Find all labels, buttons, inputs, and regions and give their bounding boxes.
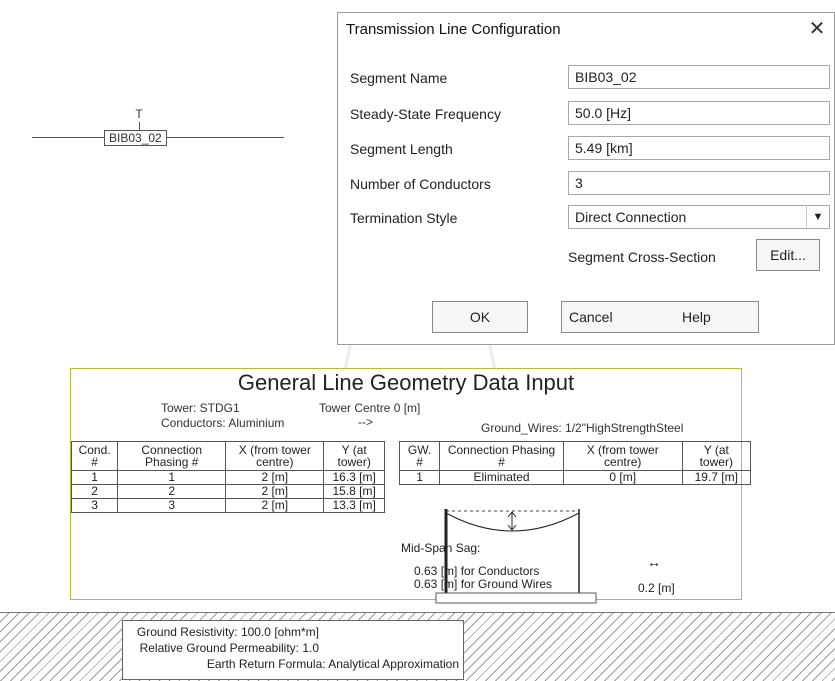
table-row: 3 3 2 [m] 13.3 [m] [70,498,385,513]
edit-button[interactable]: Edit... [756,239,820,271]
line-geometry-panel: General Line Geometry Data Input Tower: … [70,368,752,604]
table-cell: 16.3 [m] [323,470,385,485]
ground-properties-box: Ground Resistivity: 100.0 [ohm*m] Relati… [122,620,464,680]
ground-permeability: Relative Ground Permeability: 1.0 [139,641,319,655]
conductor-type: Conductors: Aluminium [161,416,285,430]
ground-wires-type: Ground_Wires: 1/2"HighStrengthSteel [481,421,684,435]
tower-centre: Tower Centre 0 [m] [319,401,421,415]
table-cell: Eliminated [439,470,564,485]
conductors-field[interactable]: 3 [568,171,830,195]
earth-return-formula: Earth Return Formula: Analytical Approxi… [206,657,459,671]
segment-name-label: Segment Name [350,70,448,86]
table-cell: 2 [70,484,119,499]
table-header: Connection Phasing # [439,441,564,471]
segment-component[interactable]: BIB03_02 [104,130,167,146]
table-cell: 3 [117,498,227,513]
sag-conductors: 0.63 [m] for Conductors [414,564,540,578]
termination-value: Direct Connection [575,209,687,225]
table-cell: 0 [m] [562,470,683,485]
table-cell: 1 [398,470,441,485]
ground-resistivity: Ground Resistivity: 100.0 [ohm*m] [136,625,319,639]
close-icon[interactable]: ✕ [806,17,828,41]
termination-label: Termination Style [350,210,458,226]
spacing-arrows-icon: ↔ [647,554,661,570]
geometry-title: General Line Geometry Data Input [237,370,575,395]
conductors-label: Number of Conductors [350,176,491,192]
chevron-down-icon[interactable]: ▼ [806,206,829,228]
segment-length-label: Segment Length [350,141,453,157]
terminal-label: T [135,107,143,121]
table-row: 2 2 2 [m] 15.8 [m] [70,484,385,499]
table-header: Y (at tower) [681,441,752,471]
table-cell: 1 [117,470,227,485]
table-header: Y (at tower) [323,441,385,471]
ok-button[interactable]: OK [432,301,528,333]
bundle-spacing: 0.2 [m] [638,581,675,595]
tower-centre-arrow: --> [358,415,373,429]
sag-ground-wires: 0.63 [m] for Ground Wires [414,577,553,591]
table-cell: 15.8 [m] [323,484,385,499]
table-header-row: Cond. # Connection Phasing # X (from tow… [70,441,385,471]
conductor-table: Cond. # Connection Phasing # X (from tow… [70,441,385,513]
table-header: Connection Phasing # [117,441,227,471]
table-cell: 13.3 [m] [323,498,385,513]
table-header-row: GW. # Connection Phasing # X (from tower… [398,441,752,471]
frequency-field[interactable]: 50.0 [Hz] [568,101,830,125]
table-cell: 19.7 [m] [681,470,752,485]
table-cell: 2 [m] [225,484,325,499]
table-cell: 2 [m] [225,498,325,513]
segment-length-field[interactable]: 5.49 [km] [568,136,830,160]
table-row: 1 1 2 [m] 16.3 [m] [70,470,385,485]
table-header: X (from tower centre) [225,441,325,471]
cross-section-label: Segment Cross-Section [568,249,716,265]
table-cell: 1 [70,470,119,485]
cancel-help-button-group[interactable]: Cancel Help [561,301,759,333]
table-cell: 2 [m] [225,470,325,485]
cancel-button[interactable]: Cancel [569,302,613,332]
segment-name-field[interactable]: BIB03_02 [568,65,830,89]
help-button[interactable]: Help [682,302,711,332]
table-header: Cond. # [70,441,119,471]
table-header: GW. # [398,441,441,471]
table-header: X (from tower centre) [562,441,683,471]
tower-name: Tower: STDG1 [161,401,240,415]
terminal-stub [139,122,140,130]
mid-span-sag-label: Mid-Span Sag: [401,541,481,555]
termination-select[interactable]: Direct Connection ▼ [568,205,830,229]
ground-wire-table: GW. # Connection Phasing # X (from tower… [398,441,752,485]
table-row: 1 Eliminated 0 [m] 19.7 [m] [398,470,752,485]
frequency-label: Steady-State Frequency [350,106,501,122]
table-cell: 2 [117,484,227,499]
transmission-line-dialog: Transmission Line Configuration ✕ Segmen… [337,12,835,345]
table-cell: 3 [70,498,119,513]
dialog-title: Transmission Line Configuration [346,21,561,38]
tower-info: Tower: STDG1 Conductors: Aluminium [161,401,284,431]
